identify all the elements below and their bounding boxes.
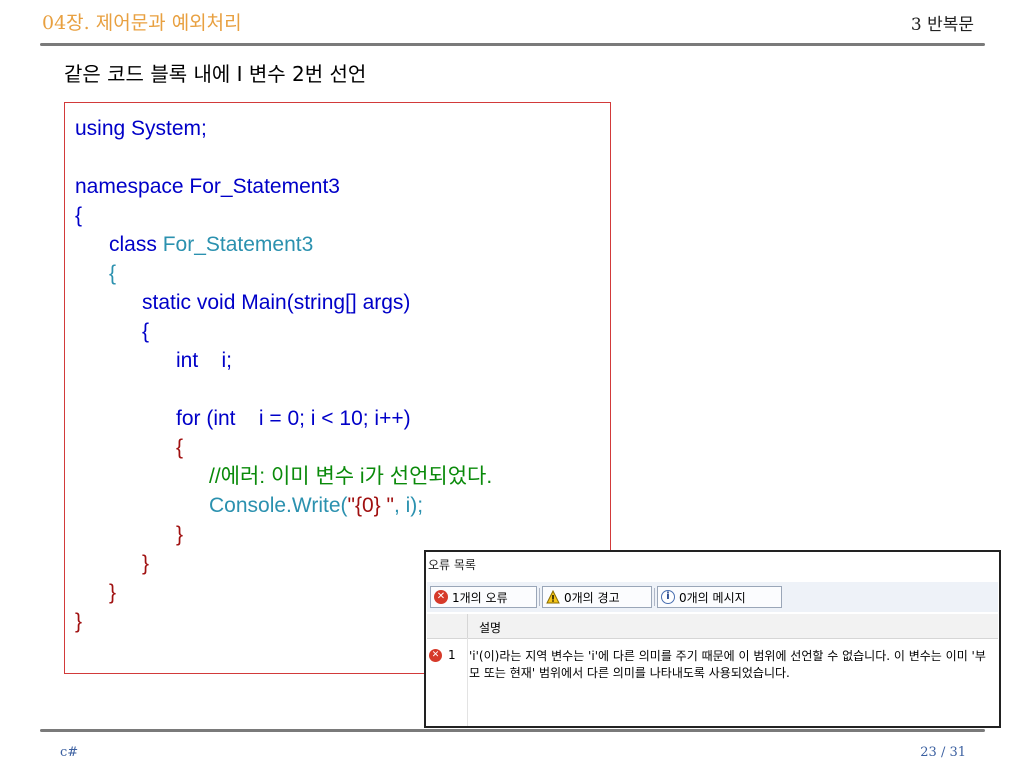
code-keyword: class [109, 233, 163, 256]
errors-filter-button[interactable]: ✕ 1개의 오류 [430, 586, 537, 608]
code-line: } [176, 523, 184, 546]
slide-title: 같은 코드 블록 내에 I 변수 2번 선언 [64, 62, 367, 86]
code-line: class For_Statement3 [75, 230, 492, 259]
column-header-blank[interactable] [427, 614, 468, 638]
code-line: for (int i = 0; i < 10; i++) [176, 407, 411, 430]
column-header-description[interactable]: 설명 [479, 619, 501, 636]
error-description: 'i'(이)라는 지역 변수는 'i'에 다른 의미를 주기 때문에 이 범위에… [469, 649, 986, 680]
code-call: Console.Write( [209, 494, 348, 517]
error-list-header: 설명 [427, 614, 998, 639]
column-divider [467, 638, 468, 726]
warnings-filter-label: 0개의 경고 [564, 590, 620, 605]
code-args: , i); [393, 494, 424, 517]
code-line: { [75, 204, 83, 227]
footer-course: c# [60, 745, 79, 760]
tab-separator [654, 588, 655, 606]
tab-separator [539, 588, 540, 606]
error-number: 1 [448, 648, 456, 662]
chapter-title: 04장. 제어문과 예외처리 [42, 12, 242, 34]
error-row-number: ✕ 1 [429, 648, 456, 662]
code-line: namespace For_Statement3 [75, 175, 340, 198]
code-line: { [109, 262, 117, 285]
warning-icon [546, 590, 560, 604]
errors-filter-label: 1개의 오류 [452, 590, 508, 605]
header-rule [40, 43, 985, 46]
code-comment: //에러: 이미 변수 i가 선언되었다. [209, 465, 493, 488]
code-class-name: For_Statement3 [162, 233, 314, 256]
error-list-title: 오류 목록 [428, 558, 476, 572]
section-title: 3 반복문 [910, 15, 974, 35]
page-number: 23 / 31 [920, 745, 966, 760]
code-line: using System; [75, 117, 207, 140]
warnings-filter-button[interactable]: 0개의 경고 [542, 586, 652, 608]
info-icon: i [661, 590, 675, 604]
error-list-panel: 오류 목록 ✕ 1개의 오류 0개의 경고 i 0개의 메시지 설명 ✕ 1 '… [424, 550, 1001, 728]
messages-filter-button[interactable]: i 0개의 메시지 [657, 586, 782, 608]
error-filter-bar: ✕ 1개의 오류 0개의 경고 i 0개의 메시지 [427, 582, 998, 612]
code-line: { [142, 320, 150, 343]
code-line: int i; [176, 349, 233, 372]
code-string: "{0} " [347, 494, 394, 517]
code-line: Console.Write("{0} ", i); [75, 491, 492, 520]
code-line: { [176, 436, 184, 459]
footer-rule [40, 729, 985, 732]
error-icon: ✕ [434, 590, 448, 604]
error-icon: ✕ [429, 648, 442, 662]
code-line: static void Main(string[] args) [142, 291, 411, 314]
messages-filter-label: 0개의 메시지 [679, 590, 746, 605]
